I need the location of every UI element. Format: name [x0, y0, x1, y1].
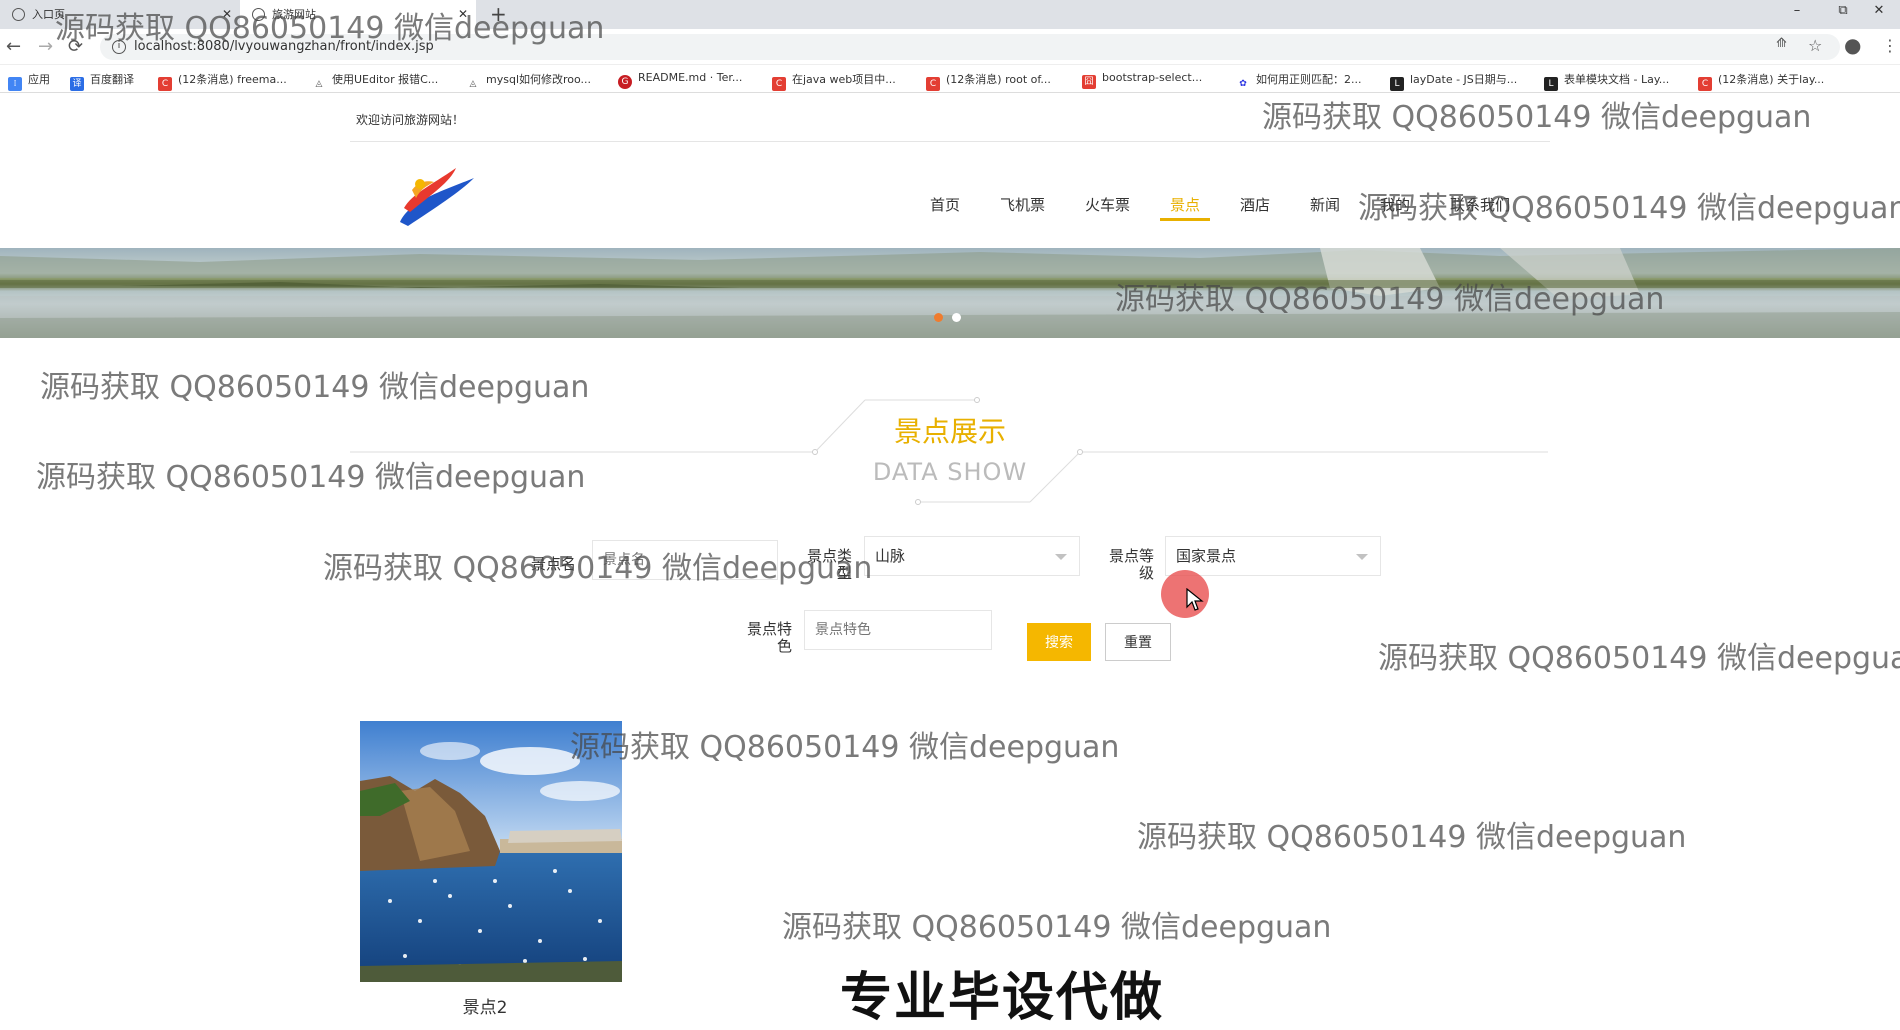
- feature-input[interactable]: [804, 610, 992, 650]
- nav-flights[interactable]: 飞机票: [1000, 194, 1045, 215]
- watermark: 源码获取 QQ86050149 微信deepguan: [323, 551, 873, 586]
- screen: 入口页 ✕ 旅游网站 ✕ + – ⧉ ✕ ← → ⟳ i localhost:8…: [0, 0, 1900, 1030]
- account-icon[interactable]: ●: [1844, 33, 1861, 57]
- layui-icon: L: [1390, 77, 1404, 91]
- level-select-value: 国家景点: [1176, 547, 1237, 565]
- bookmark-item[interactable]: ◬ mysql如何修改roo...: [466, 71, 591, 91]
- chevron-down-icon: [1356, 554, 1368, 560]
- search-button[interactable]: 搜索: [1027, 623, 1091, 661]
- globe-icon: [12, 8, 25, 21]
- baidu-translate-icon: 译: [70, 77, 84, 91]
- watermark: 源码获取 QQ86050149 微信deepguan: [40, 370, 590, 405]
- active-nav-indicator: [1160, 218, 1210, 221]
- watermark: 源码获取 QQ86050149 微信deepguan: [1137, 820, 1687, 855]
- level-select[interactable]: 国家景点: [1165, 536, 1381, 576]
- site-logo[interactable]: [390, 160, 480, 230]
- watermark: 源码获取 QQ86050149 微信deepguan: [1262, 100, 1812, 135]
- nav-hotels[interactable]: 酒店: [1240, 194, 1270, 215]
- gitee-icon: G: [618, 75, 632, 89]
- feature-label: 景点特色: [746, 620, 792, 655]
- nav-news[interactable]: 新闻: [1310, 194, 1340, 215]
- bootstrap-icon: 囧: [1082, 75, 1096, 89]
- carousel-dot[interactable]: [952, 313, 961, 322]
- header-divider: [350, 141, 1550, 142]
- forward-icon[interactable]: →: [38, 35, 53, 59]
- chevron-down-icon: [1055, 554, 1067, 560]
- level-label: 景点等级: [1108, 547, 1154, 582]
- carousel-dot-active[interactable]: [934, 313, 943, 322]
- watermark: 源码获取 QQ86050149 微信deepguan: [782, 910, 1332, 945]
- bookmark-item[interactable]: ◬ 使用UEditor 报错C...: [312, 71, 438, 91]
- layui-icon: L: [1544, 77, 1558, 91]
- welcome-text: 欢迎访问旅游网站！: [356, 113, 465, 127]
- bookmark-item[interactable]: G README.md · Ter...: [618, 71, 742, 89]
- bookmark-item[interactable]: L 表单模块文档 - Lay...: [1544, 71, 1669, 91]
- bookmark-item[interactable]: LlayDate - JS日期与...: [1390, 71, 1517, 91]
- menu-icon[interactable]: ⋮: [1882, 36, 1898, 55]
- nav-home[interactable]: 首页: [930, 194, 960, 215]
- watermark: 源码获取 QQ86050149 微信deepguan: [1378, 641, 1900, 676]
- csdn-icon: C: [158, 77, 172, 91]
- csdn-icon: C: [772, 77, 786, 91]
- reset-button[interactable]: 重置: [1105, 623, 1171, 661]
- apps-grid-icon: ⁞: [8, 77, 22, 91]
- mysql-icon: ◬: [466, 77, 480, 91]
- watermark: 源码获取 QQ86050149 微信deepguan: [570, 730, 1120, 765]
- bookmark-item[interactable]: C (12条消息) root of...: [926, 71, 1051, 91]
- attraction-name[interactable]: 景点2: [360, 993, 610, 1018]
- section-title: 景点展示: [893, 415, 1006, 448]
- watermark: 源码获取 QQ86050149 微信deepguan: [1115, 282, 1665, 317]
- watermark: 源码获取 QQ86050149 微信deepguan: [36, 460, 586, 495]
- bookmark-item[interactable]: 译百度翻译: [70, 71, 134, 91]
- minimize-button[interactable]: –: [1774, 0, 1820, 22]
- type-select[interactable]: 山脉: [864, 536, 1080, 576]
- translate-icon[interactable]: ⟰: [1776, 36, 1787, 51]
- bookmarks-bar: ⁞ 应用 译百度翻译 C (12条消息) freema... ◬ 使用UEditor …: [0, 65, 1900, 93]
- bookmark-item[interactable]: 囧 bootstrap-select...: [1082, 71, 1202, 89]
- bookmark-item[interactable]: C (12条消息) freema...: [158, 71, 287, 91]
- watermark: 源码获取 QQ86050149 微信deepguan: [55, 11, 605, 46]
- mouse-cursor-icon: [1186, 588, 1204, 611]
- nav-trains[interactable]: 火车票: [1085, 194, 1130, 215]
- promo-overlay-text: 专业毕设代做: [840, 968, 1165, 1028]
- section-subtitle: DATA SHOW: [872, 458, 1028, 486]
- bookmark-item[interactable]: C 在java web项目中...: [772, 71, 896, 91]
- csdn-icon: C: [926, 77, 940, 91]
- csdn-icon: C: [1698, 77, 1712, 91]
- close-window-button[interactable]: ✕: [1858, 0, 1900, 22]
- back-icon[interactable]: ←: [6, 35, 21, 59]
- nav-attractions[interactable]: 景点: [1170, 194, 1200, 215]
- baidu-paw-icon: ✿: [1236, 77, 1250, 91]
- type-select-value: 山脉: [875, 547, 906, 565]
- star-icon[interactable]: ☆: [1808, 36, 1822, 55]
- ueditor-icon: ◬: [312, 77, 326, 91]
- bookmark-item[interactable]: ✿ 如何用正则匹配：2...: [1236, 71, 1362, 91]
- bookmark-apps[interactable]: ⁞ 应用: [8, 71, 50, 91]
- watermark: 源码获取 QQ86050149 微信deepguan: [1358, 191, 1900, 226]
- bookmark-item[interactable]: C (12条消息) 关于lay...: [1698, 71, 1824, 91]
